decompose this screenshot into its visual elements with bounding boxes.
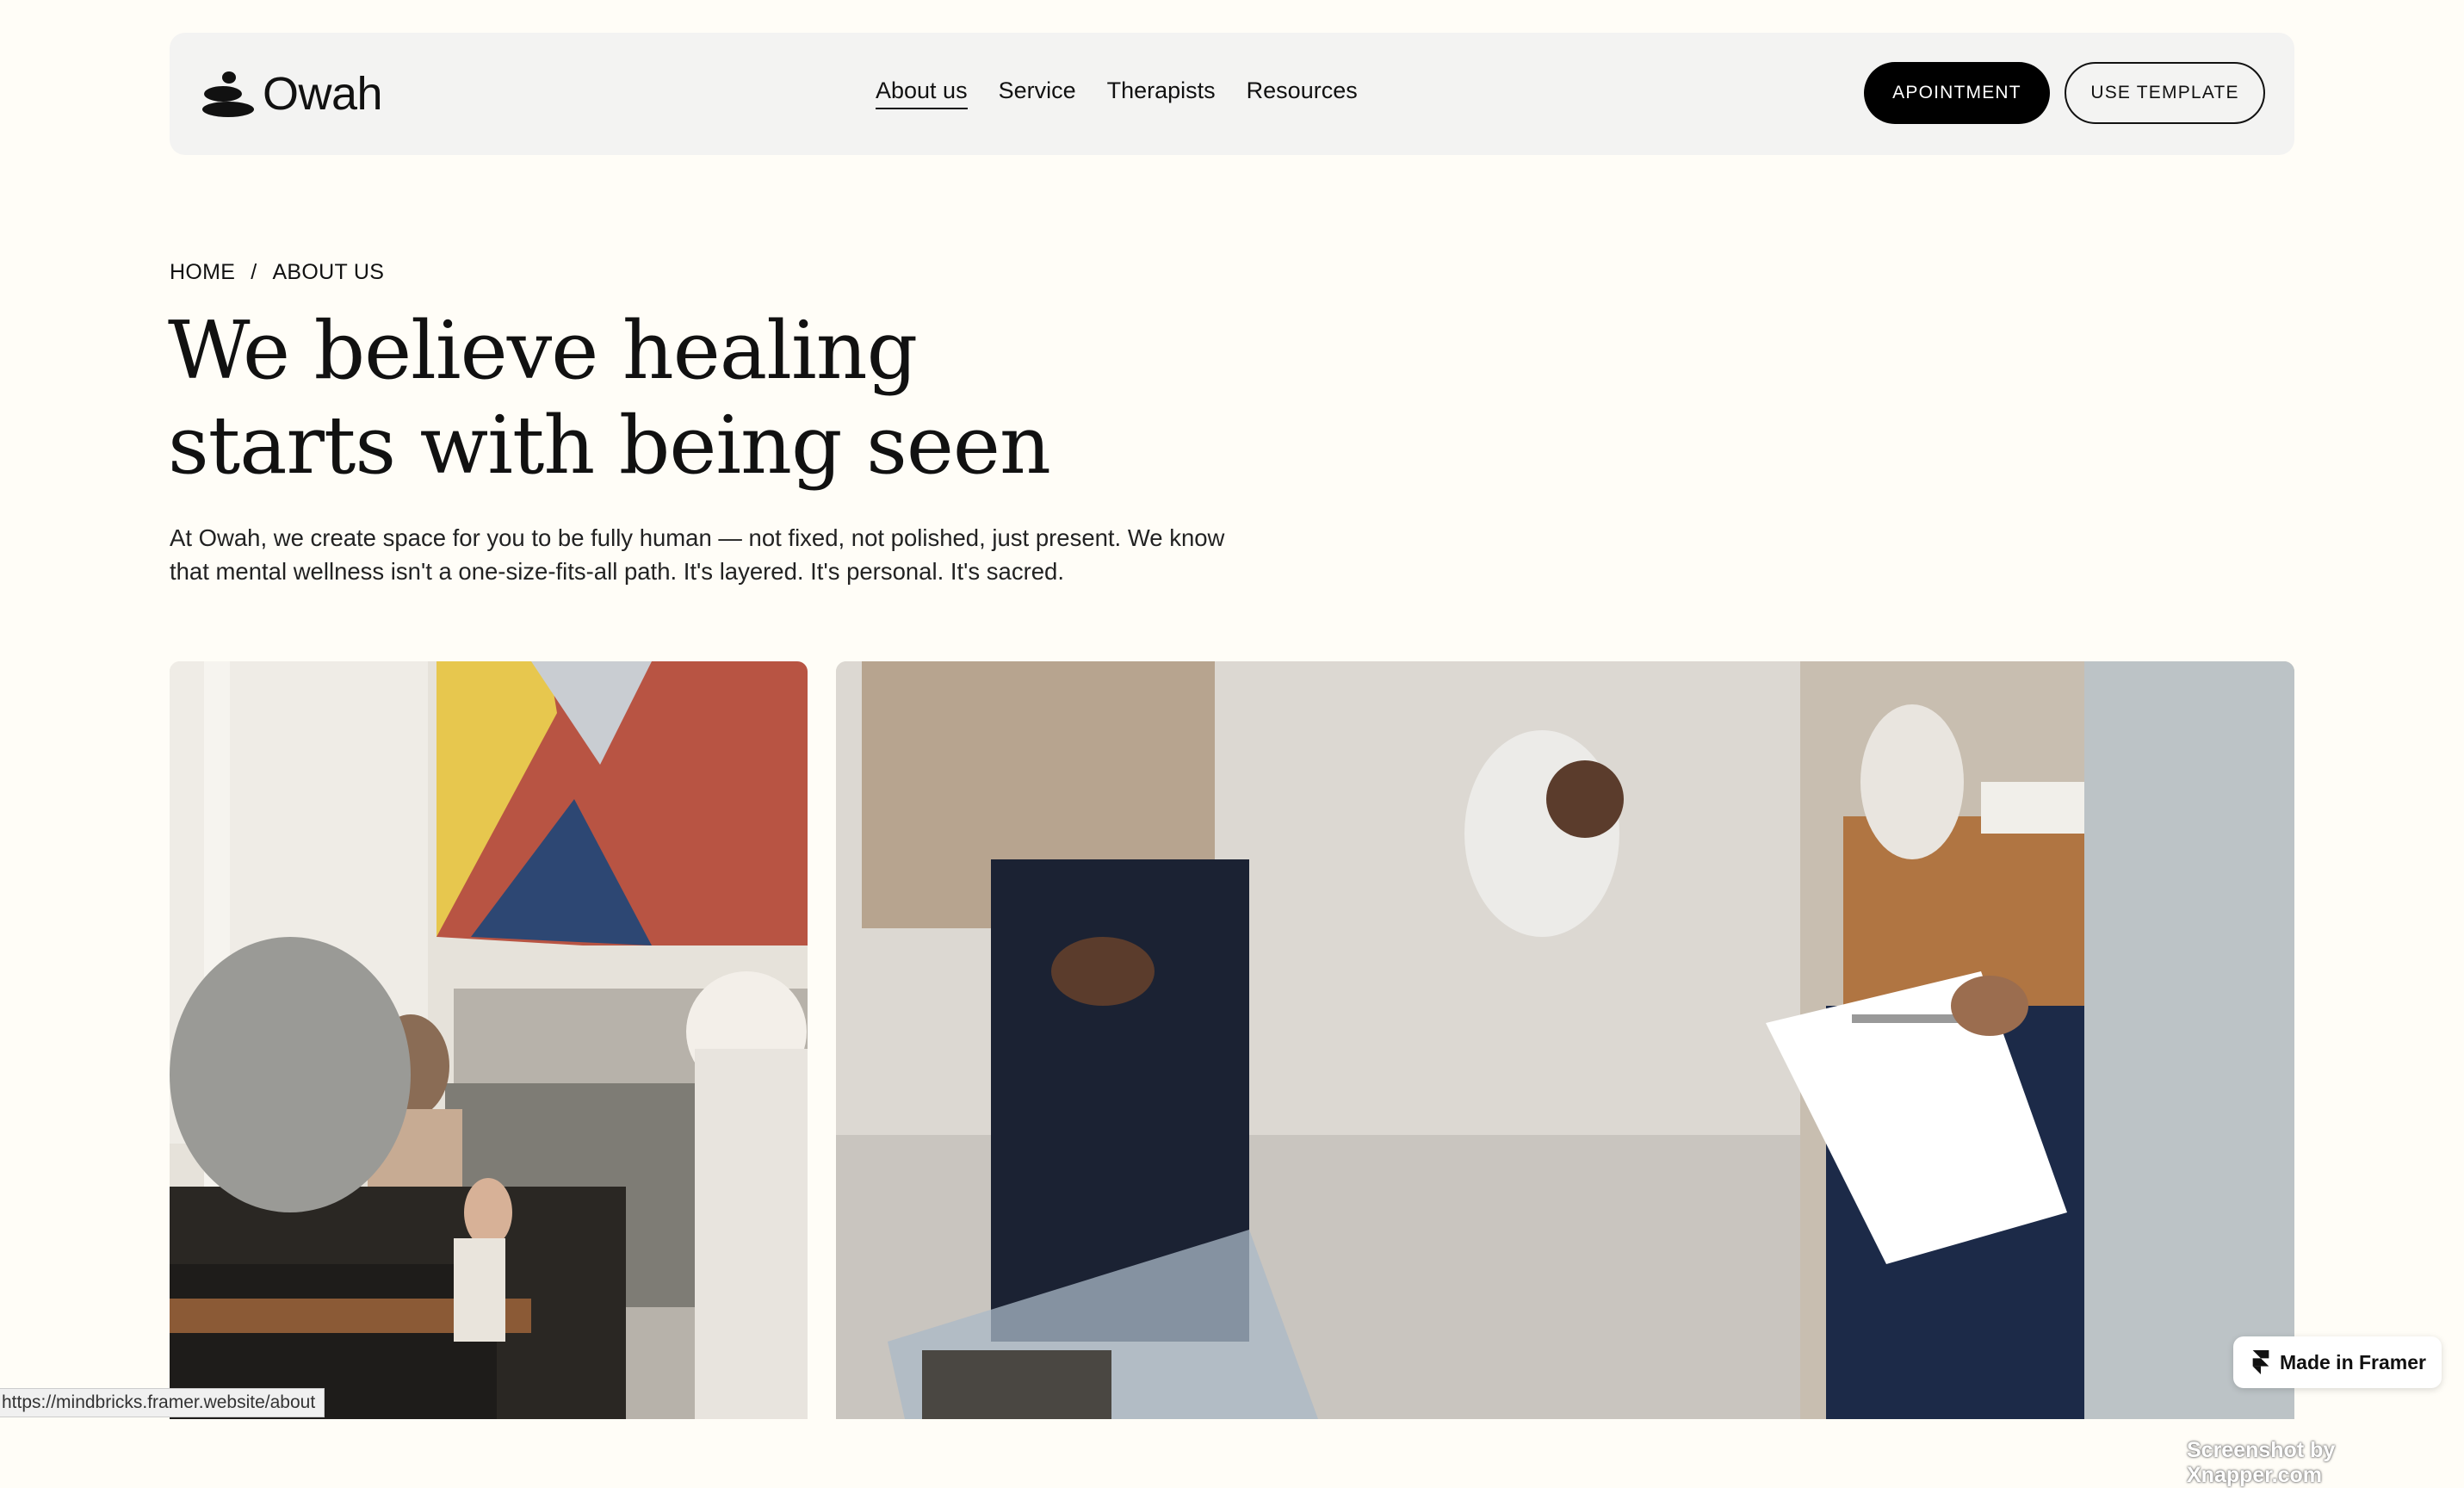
- therapy-session-photo: [836, 661, 2294, 1419]
- breadcrumb: HOME / ABOUT US: [170, 260, 384, 285]
- made-in-framer-label: Made in Framer: [2280, 1350, 2426, 1373]
- brand-name: Owah: [263, 68, 383, 120]
- page-title: We believe healing starts with being see…: [168, 303, 1201, 493]
- made-in-framer-badge[interactable]: Made in Framer: [2233, 1336, 2442, 1388]
- top-navbar: Owah About us Service Therapists Resourc…: [170, 33, 2294, 155]
- nav-therapists[interactable]: Therapists: [1107, 78, 1216, 109]
- breadcrumb-separator: /: [251, 260, 257, 284]
- intro-paragraph: At Owah, we create space for you to be f…: [170, 524, 1225, 585]
- status-bar-url: https://mindbricks.framer.website/about: [0, 1388, 325, 1417]
- page-title-line-1: We believe healing: [168, 304, 918, 397]
- nav-about-us[interactable]: About us: [876, 78, 968, 109]
- appointment-button[interactable]: APOINTMENT: [1864, 62, 2050, 124]
- stacked-stones-icon: [202, 71, 254, 117]
- therapy-group-photo: [170, 661, 808, 1419]
- brand-logo[interactable]: Owah: [197, 67, 383, 121]
- nav-service[interactable]: Service: [999, 78, 1076, 109]
- watermark: Screenshot by Xnapper.com: [2187, 1438, 2336, 1487]
- main-nav: About us Service Therapists Resources: [876, 78, 1389, 109]
- framer-logo-icon: [2252, 1350, 2269, 1374]
- nav-resources[interactable]: Resources: [1247, 78, 1358, 109]
- use-template-button[interactable]: USE TEMPLATE: [2065, 62, 2265, 124]
- breadcrumb-current: ABOUT US: [272, 260, 385, 284]
- page-title-line-2: starts with being seen: [168, 399, 1051, 492]
- breadcrumb-home[interactable]: HOME: [170, 260, 235, 285]
